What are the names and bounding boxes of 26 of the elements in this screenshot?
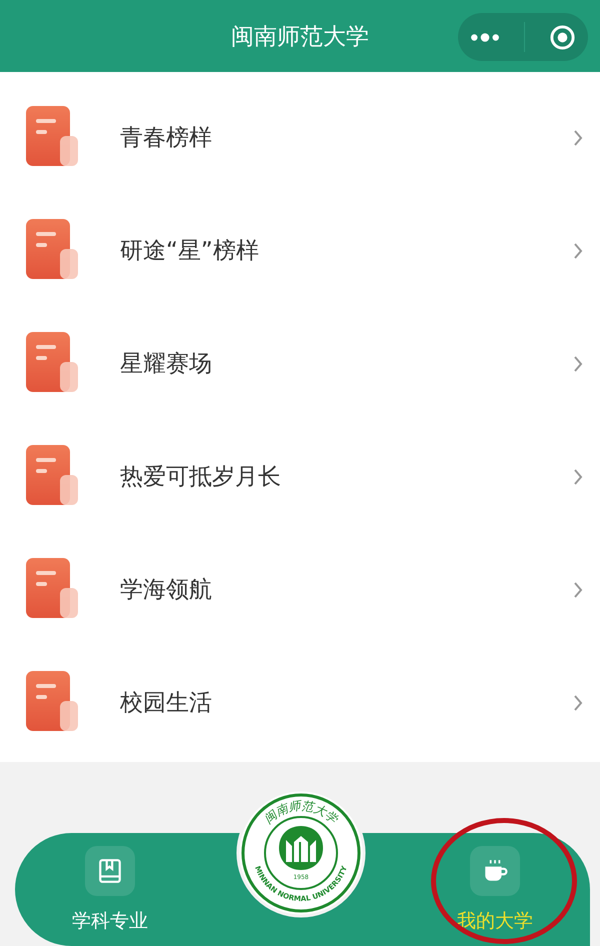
item-label: 校园生活 xyxy=(120,689,213,718)
book-icon xyxy=(85,846,135,896)
cup-icon xyxy=(470,846,520,896)
list-item[interactable]: 热爱可抵岁月长 xyxy=(0,420,600,533)
item-label: 热爱可抵岁月长 xyxy=(120,463,282,492)
list-item[interactable]: 星耀赛场 xyxy=(0,307,600,420)
tab-label: 我的大学 xyxy=(457,909,533,934)
chevron-icon xyxy=(573,242,583,260)
more-icon[interactable] xyxy=(470,32,500,42)
tab[interactable]: 学科专业 xyxy=(15,833,205,946)
list-item[interactable]: 学海领航 xyxy=(0,533,600,646)
window-title: 闽南师范大学 xyxy=(231,22,369,52)
tab-label: 学科专业 xyxy=(72,909,148,934)
chevron-icon xyxy=(573,354,583,372)
item-label: 青春榜样 xyxy=(120,124,213,153)
chevron-icon xyxy=(573,694,583,712)
list-item[interactable]: 校园生活 xyxy=(0,646,600,759)
list-item[interactable]: 研途“星”榜样 xyxy=(0,194,600,307)
chevron-icon xyxy=(573,580,583,598)
item-label: 学海领航 xyxy=(120,576,213,605)
chevron-icon xyxy=(573,128,583,146)
chevron-icon xyxy=(573,468,583,486)
close-icon[interactable] xyxy=(549,24,576,50)
item-label: 研途“星”榜样 xyxy=(120,237,260,266)
item-label: 星耀赛场 xyxy=(120,350,213,379)
list-item[interactable]: 青春榜样 xyxy=(0,81,600,194)
